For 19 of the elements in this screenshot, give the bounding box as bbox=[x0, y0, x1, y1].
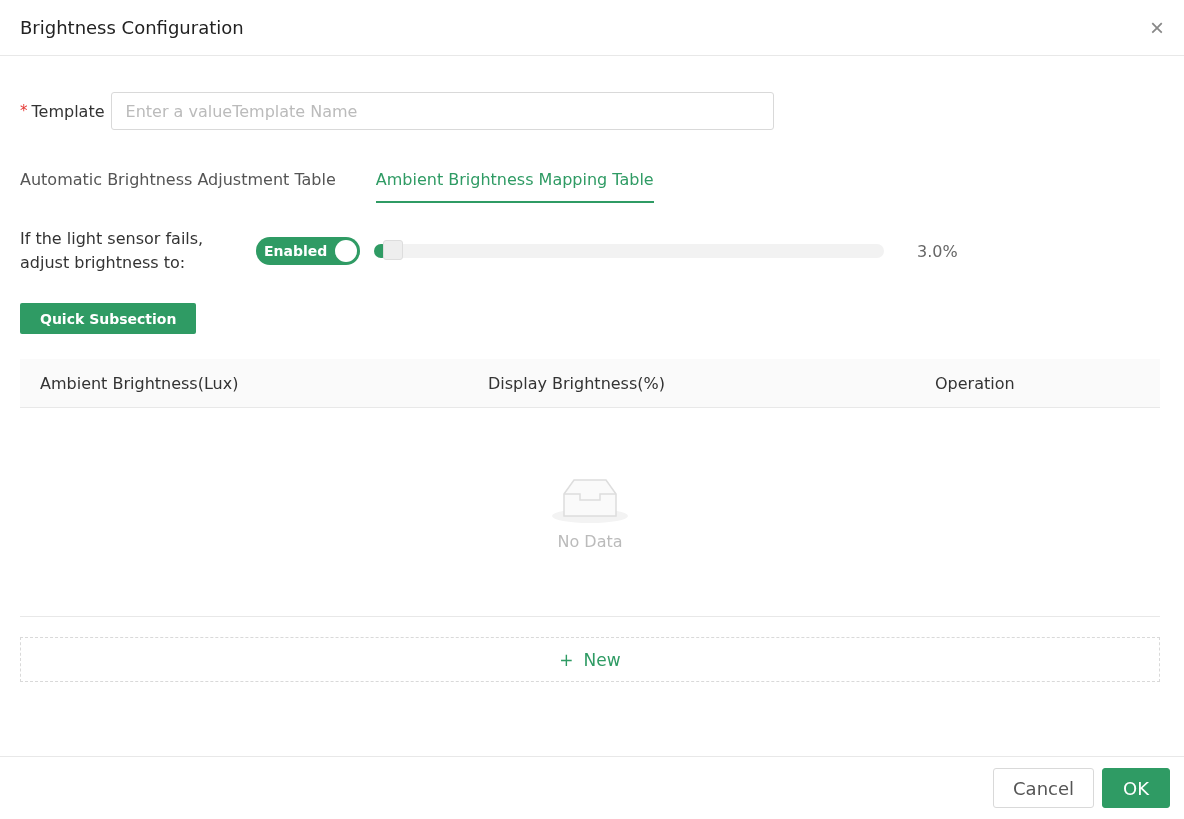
ok-button[interactable]: OK bbox=[1102, 768, 1170, 808]
column-header: Display Brightness(%) bbox=[487, 373, 666, 393]
tab[interactable]: Automatic Brightness Adjustment Table bbox=[20, 170, 336, 203]
new-row-button[interactable]: + New bbox=[20, 637, 1160, 682]
empty-message: No Data bbox=[557, 531, 623, 551]
template-name-field[interactable]: Enter a valueTemplate Name bbox=[110, 92, 774, 130]
column-header: Ambient Brightness(Lux) bbox=[39, 373, 240, 393]
cancel-button[interactable]: Cancel bbox=[993, 768, 1094, 808]
fallback-label: If the light sensor fails, adjust brightness to: bbox=[20, 228, 205, 274]
slider-thumb[interactable] bbox=[383, 240, 404, 260]
column-header: Operation bbox=[934, 373, 1016, 393]
dialog-title: Brightness Configuration bbox=[20, 17, 244, 38]
template-label: Template bbox=[31, 101, 105, 121]
tab[interactable]: Ambient Brightness Mapping Table bbox=[375, 170, 654, 203]
brightness-reading: 3.0% bbox=[917, 241, 958, 261]
enabled-toggle[interactable]: Enabled bbox=[256, 237, 360, 265]
required-mark: * bbox=[20, 102, 28, 120]
close-button[interactable]: × bbox=[1150, 15, 1164, 40]
quick-subsection-button[interactable]: Quick Subsection bbox=[20, 303, 197, 334]
